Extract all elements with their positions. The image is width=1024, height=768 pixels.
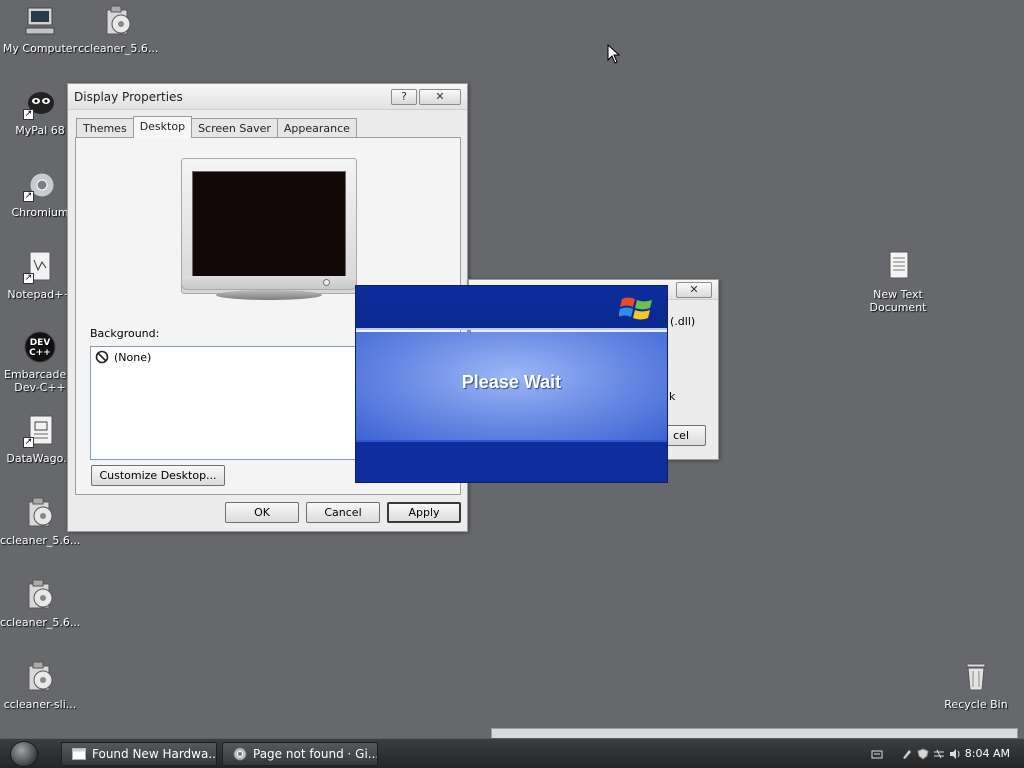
windows-logo-icon xyxy=(619,297,652,320)
file-type-text: (.dll) xyxy=(670,315,696,328)
computer-icon xyxy=(23,4,57,38)
network-icon[interactable] xyxy=(933,748,945,760)
background-listbox[interactable]: (None) xyxy=(90,346,360,460)
desktop-icon-label: Embarcadero Dev-C++ xyxy=(4,368,76,394)
desktop-icon-label: My Computer xyxy=(2,42,78,55)
splash-bottom-band xyxy=(356,440,667,482)
desktop-icon-recycle-bin[interactable]: Recycle Bin xyxy=(936,660,1016,711)
installer-icon xyxy=(23,660,57,694)
mypal-icon: ↗ xyxy=(23,86,57,120)
mouse-cursor-icon xyxy=(607,44,621,64)
taskbar-item-found-new-hardware[interactable]: Found New Hardwa... xyxy=(61,742,217,766)
monitor-screen xyxy=(192,171,346,285)
help-button[interactable]: ? xyxy=(391,88,417,105)
desktop-icon-label: ccleaner-sli... xyxy=(3,698,77,711)
tab-strip: Themes Desktop Screen Saver Appearance xyxy=(76,116,357,138)
document-icon: ↗ xyxy=(23,414,57,448)
installer-icon xyxy=(101,4,135,38)
tab-desktop[interactable]: Desktop xyxy=(132,116,193,138)
please-wait-message: Please Wait xyxy=(461,372,562,392)
installer-icon xyxy=(23,496,57,530)
checkbox-label: k xyxy=(669,390,676,403)
power-button-icon xyxy=(323,279,330,286)
customize-desktop-button[interactable]: Customize Desktop... xyxy=(91,465,225,486)
notepadpp-icon: ↗ xyxy=(23,250,57,284)
shortcut-arrow-icon: ↗ xyxy=(23,273,34,284)
tab-themes[interactable]: Themes xyxy=(76,118,134,138)
list-item[interactable]: (None) xyxy=(91,347,359,367)
close-button[interactable]: ✕ xyxy=(676,281,712,298)
desktop-icon-label: New Text Document xyxy=(869,288,927,314)
svg-text:C++: C++ xyxy=(29,348,51,358)
safely-remove-icon[interactable] xyxy=(901,748,913,760)
tab-screen-saver[interactable]: Screen Saver xyxy=(191,118,278,138)
list-item-label: (None) xyxy=(114,350,152,364)
desktop-icon-label: ccleaner_5.6... xyxy=(78,42,158,55)
volume-icon[interactable] xyxy=(949,748,961,760)
monitor-chin xyxy=(181,276,357,290)
desktop-icon-label: ccleaner_5.6... xyxy=(0,534,80,547)
desktop-icon-label: Recycle Bin xyxy=(944,698,1008,711)
none-icon xyxy=(95,350,109,364)
desktop-icon-ccleaner[interactable]: ccleaner_5.6... xyxy=(78,4,158,55)
background-label: Background: xyxy=(90,327,160,340)
start-button[interactable] xyxy=(10,741,38,767)
close-button[interactable]: ✕ xyxy=(419,88,461,105)
splash-top-band xyxy=(356,286,667,330)
desktop-icon-my-computer[interactable]: My Computer xyxy=(0,4,80,55)
tab-appearance[interactable]: Appearance xyxy=(276,118,357,138)
keyboard-icon[interactable] xyxy=(871,748,883,760)
taskbar-item-chromium[interactable]: Page not found · Gi... xyxy=(222,742,378,766)
desktop-icon-ccleaner[interactable]: ccleaner_5.6... xyxy=(0,578,80,629)
monitor-stand xyxy=(216,290,322,300)
devcpp-icon: DEV C++ xyxy=(23,330,57,364)
desktop-icon-label: ccleaner_5.6... xyxy=(0,616,80,629)
taskbar-item-label: Page not found · Gi... xyxy=(253,747,378,761)
shield-icon[interactable] xyxy=(917,748,929,760)
window-titlebar[interactable]: Display Properties ? ✕ xyxy=(68,84,467,110)
taskbar: Found New Hardwa... Page not found · Gi.… xyxy=(0,738,1024,768)
desktop-icon-new-text-document[interactable]: New Text Document xyxy=(858,250,938,314)
desktop-icon-ccleaner-slim[interactable]: ccleaner-sli... xyxy=(0,660,80,711)
hidden-window-strip xyxy=(491,728,1018,738)
please-wait-splash: Please Wait xyxy=(355,285,668,483)
apply-button[interactable]: Apply xyxy=(387,502,461,523)
chromium-icon: ↗ xyxy=(23,168,57,202)
installer-icon xyxy=(23,578,57,612)
cancel-button[interactable]: Cancel xyxy=(306,502,380,523)
shortcut-arrow-icon: ↗ xyxy=(23,109,34,120)
ok-button[interactable]: OK xyxy=(225,502,299,523)
window-title: Display Properties xyxy=(74,89,183,104)
taskbar-item-label: Found New Hardwa... xyxy=(92,747,217,761)
recycle-bin-icon xyxy=(959,660,993,694)
system-tray: 8:04 AM xyxy=(844,739,1024,768)
chromium-icon xyxy=(233,747,247,761)
text-document-icon xyxy=(881,250,915,284)
window-icon xyxy=(72,748,86,760)
monitor-preview xyxy=(181,158,357,294)
clock[interactable]: 8:04 AM xyxy=(965,747,1010,760)
shortcut-arrow-icon: ↗ xyxy=(23,191,34,202)
shortcut-arrow-icon: ↗ xyxy=(23,437,34,448)
svg-text:DEV: DEV xyxy=(30,338,51,348)
